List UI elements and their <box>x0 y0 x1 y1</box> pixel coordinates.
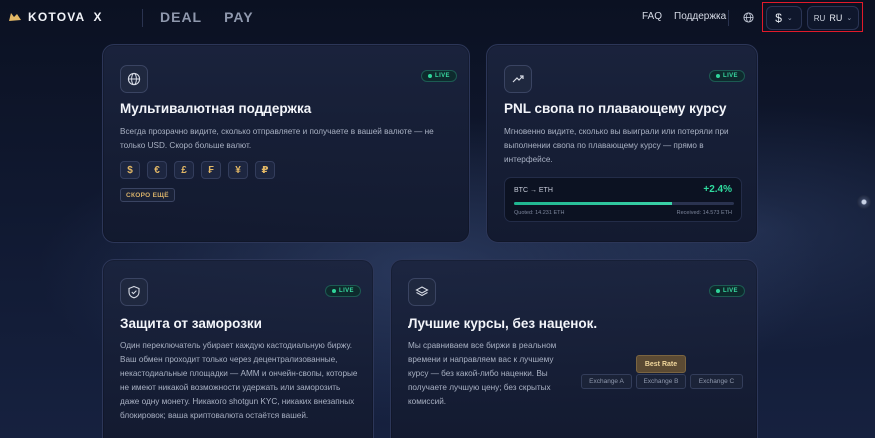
live-dot <box>716 74 720 78</box>
live-label: LIVE <box>723 288 738 294</box>
swap-quoted: Quoted: 14.231 ETH <box>514 210 565 216</box>
currency-chip-gbp: £ <box>174 161 194 179</box>
layers-icon <box>415 286 429 297</box>
live-dot <box>332 289 336 293</box>
trend-up-icon <box>512 75 524 83</box>
card-best-rates: LIVE Лучшие курсы, без наценок. Мы сравн… <box>390 259 758 438</box>
brand-suffix: X <box>93 10 102 24</box>
live-dot <box>428 74 432 78</box>
swap-received: Received: 14.573 ETH <box>676 210 732 216</box>
card-pnl: LIVE PNL свопа по плавающему курсу Мгнов… <box>486 44 758 243</box>
swap-preview: BTC → ETH +2.4% Quoted: 14.231 ETH Recei… <box>504 177 742 222</box>
currency-chip-jpy: ¥ <box>228 161 248 179</box>
card-title: Защита от заморозки <box>120 316 262 331</box>
swap-progress-fill <box>514 202 673 205</box>
card-multicurrency: LIVE Мультивалютная поддержка Всегда про… <box>102 44 470 243</box>
live-label: LIVE <box>723 73 738 79</box>
nav-pay[interactable]: PAY <box>224 9 253 25</box>
main-nav: DEAL PAY <box>160 9 254 25</box>
currency-chip-rub: ₽ <box>255 161 275 179</box>
card-description: Мы сравниваем все биржи в реальном време… <box>408 341 557 406</box>
card-icon-wrap <box>504 65 532 93</box>
top-header: KOTOVA X DEAL PAY FAQ Поддержка $ ⌄ RU R… <box>0 0 875 36</box>
currency-chip-chf: ₣ <box>201 161 221 179</box>
card-freeze-protection: LIVE Защита от заморозки Один переключат… <box>102 259 374 438</box>
card-title: PNL свопа по плавающему курсу <box>504 101 727 116</box>
live-badge: LIVE <box>709 70 745 82</box>
shield-check-icon <box>128 285 140 299</box>
live-badge: LIVE <box>709 285 745 297</box>
card-description: Один переключатель убирает каждую кастод… <box>120 341 358 420</box>
card-icon-wrap <box>408 278 436 306</box>
header-divider-right <box>728 10 729 26</box>
nav-faq[interactable]: FAQ <box>642 11 662 22</box>
swap-progress-track <box>514 202 734 205</box>
live-label: LIVE <box>339 288 354 294</box>
card-title: Лучшие курсы, без наценок. <box>408 316 598 331</box>
card-icon-wrap <box>120 65 148 93</box>
currency-list: $ € £ ₣ ¥ ₽ <box>120 161 275 179</box>
currency-chip-usd: $ <box>120 161 140 179</box>
nav-deal[interactable]: DEAL <box>160 9 202 25</box>
cat-logo-icon <box>9 13 21 21</box>
currency-chip-eur: € <box>147 161 167 179</box>
card-description: Всегда прозрачно видите, сколько отправл… <box>120 127 434 150</box>
brand-name: KOTOVA <box>28 10 86 24</box>
scroll-indicator-dot[interactable] <box>857 195 871 209</box>
globe-icon <box>127 72 141 86</box>
live-badge: LIVE <box>421 70 457 82</box>
selection-highlight <box>762 2 863 32</box>
exchange-chip-c: Exchange C <box>690 374 743 389</box>
live-badge: LIVE <box>325 285 361 297</box>
header-divider <box>142 9 143 27</box>
live-label: LIVE <box>435 73 450 79</box>
rates-comparison: Best Rate Exchange A Exchange B Exchange… <box>581 355 746 391</box>
nav-support[interactable]: Поддержка <box>674 11 726 22</box>
live-dot <box>716 289 720 293</box>
exchange-chip-a: Exchange A <box>581 374 632 389</box>
globe-icon[interactable] <box>743 12 754 23</box>
coming-soon-badge: СКОРО ЕЩЁ <box>120 188 175 202</box>
best-rate-badge: Best Rate <box>636 355 686 373</box>
card-description: Мгновенно видите, сколько вы выиграли ил… <box>504 127 729 164</box>
exchange-chip-b: Exchange B <box>636 374 686 389</box>
swap-pair: BTC → ETH <box>514 187 553 194</box>
swap-change: +2.4% <box>703 184 732 195</box>
card-title: Мультивалютная поддержка <box>120 101 312 116</box>
secondary-nav: FAQ Поддержка <box>642 11 726 22</box>
brand-logo-link[interactable]: KOTOVA X <box>8 10 101 24</box>
card-icon-wrap <box>120 278 148 306</box>
